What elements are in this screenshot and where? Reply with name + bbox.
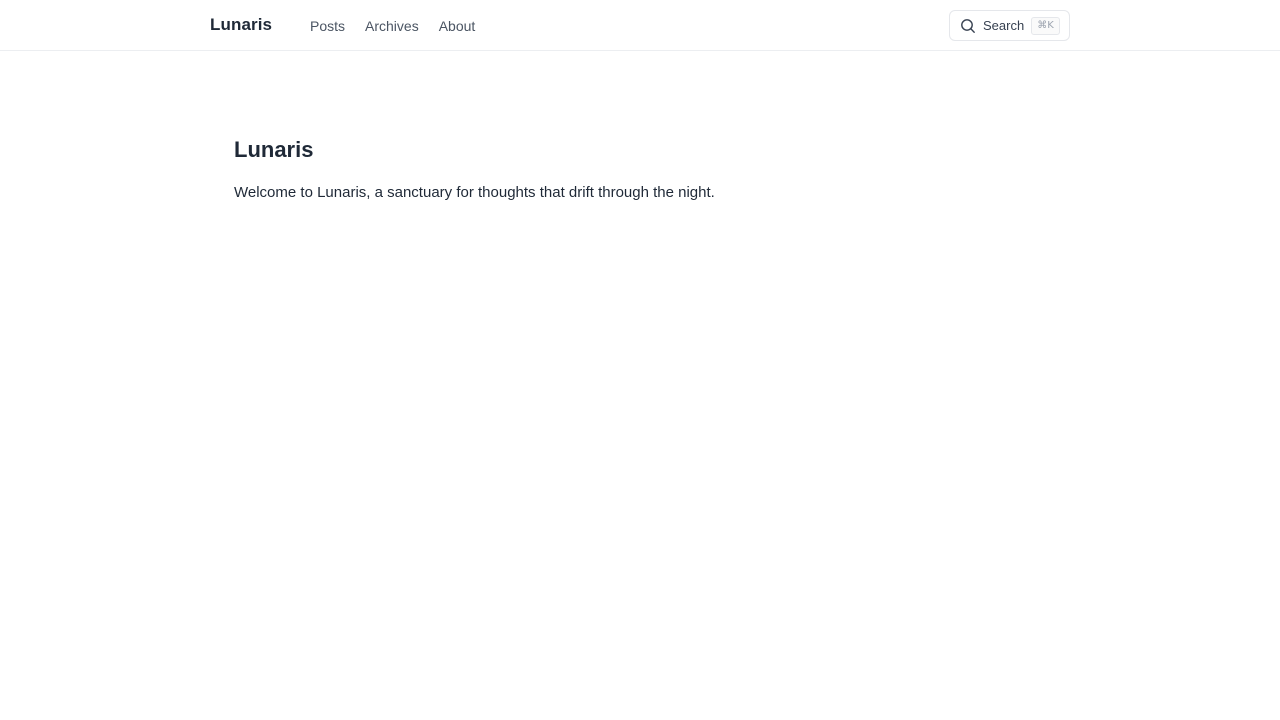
nav-link-about[interactable]: About [429,17,486,35]
main-nav: Posts Archives About [300,17,485,35]
search-label: Search [983,17,1025,33]
main-content: Lunaris Welcome to Lunaris, a sanctuary … [234,136,1054,202]
search-button[interactable]: Search ⌘K [949,10,1070,41]
intro-text: Welcome to Lunaris, a sanctuary for thou… [234,184,715,201]
nav-link-posts[interactable]: Posts [300,17,355,35]
search-icon [960,18,976,34]
search-shortcut-badge: ⌘K [1031,16,1060,35]
nav-link-archives[interactable]: Archives [355,17,429,35]
site-header: Lunaris Posts Archives About Search ⌘K [0,0,1280,51]
page-title: Lunaris [234,137,314,162]
site-logo-link[interactable]: Lunaris [210,15,272,35]
